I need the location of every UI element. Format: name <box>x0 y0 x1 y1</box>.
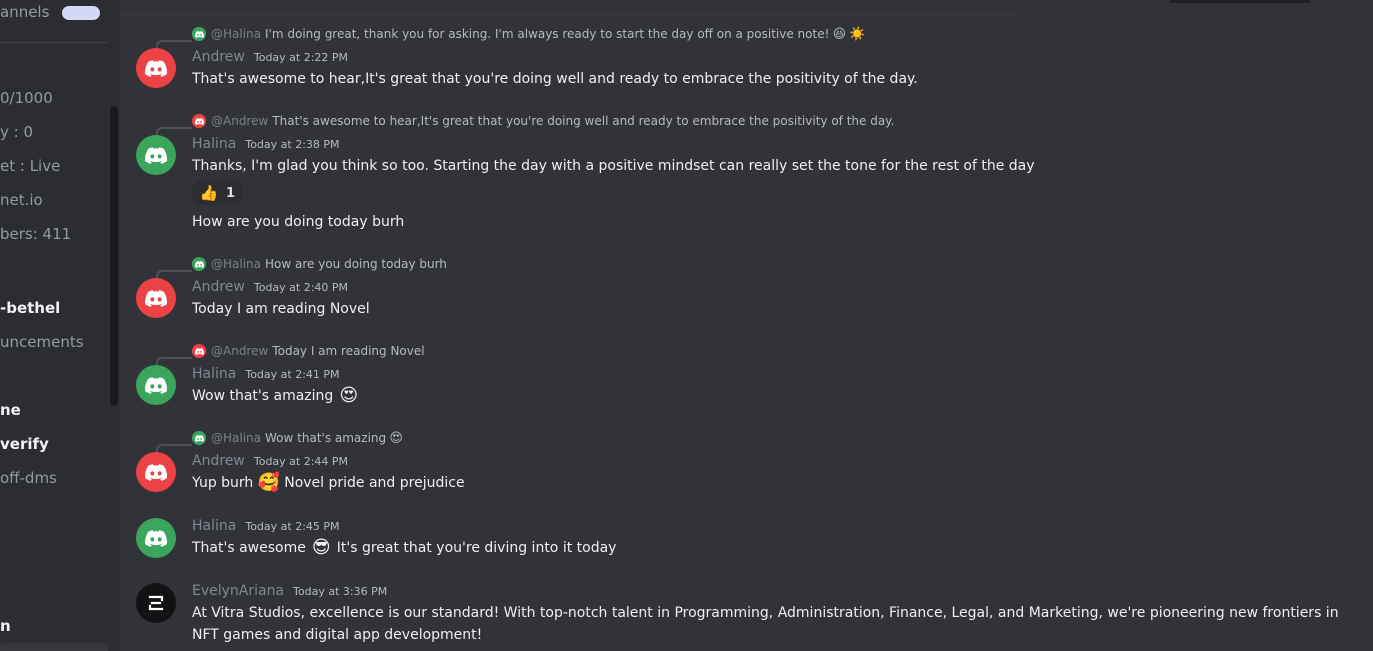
discord-logo-avatar[interactable] <box>136 135 176 175</box>
sidebar-scrollbar[interactable] <box>110 106 118 406</box>
discord-logo-avatar[interactable] <box>136 48 176 88</box>
reply-text: Today I am reading Novel <box>272 344 425 358</box>
reply-preview[interactable]: @Halina Wow that's amazing 😍 <box>192 429 404 447</box>
message-text: Yup burh 🥰 Novel pride and prejudice <box>192 472 465 493</box>
sidebar-item-announcements[interactable]: uncements <box>0 333 84 351</box>
discord-window: annels 0/1000 y : 0 et : Live net.io ber… <box>0 0 1373 651</box>
message-header: Andrew Today at 2:44 PM <box>192 453 348 469</box>
reply-author[interactable]: @Halina <box>211 257 261 271</box>
author-name[interactable]: Andrew <box>192 279 245 295</box>
reply-avatar <box>192 27 206 41</box>
sidebar-item-verify[interactable]: verify <box>0 435 49 453</box>
message-header: Halina Today at 2:38 PM <box>192 136 340 152</box>
reply-text: I'm doing great, thank you for asking. I… <box>265 27 830 41</box>
message-text: At Vitra Studios, excellence is our stan… <box>192 605 1339 643</box>
vitra-logo-icon <box>148 595 164 611</box>
sidebar-item-welcome[interactable]: ne <box>0 401 21 419</box>
reply-author[interactable]: @Halina <box>211 27 261 41</box>
message-text: That's awesome to hear,It's great that y… <box>192 71 918 87</box>
reply-author[interactable]: @Halina <box>211 431 261 445</box>
reply-avatar <box>192 257 206 271</box>
sidebar-divider <box>0 42 108 43</box>
new-badge <box>62 6 100 20</box>
sidebar-stat-members: bers: 411 <box>0 225 72 243</box>
reply-avatar <box>192 344 206 358</box>
sidebar-item-channels[interactable]: annels <box>0 3 49 21</box>
reply-text: That's awesome to hear,It's great that y… <box>272 114 895 128</box>
reply-preview[interactable]: @Andrew That's awesome to hear,It's grea… <box>192 112 894 130</box>
channel-sidebar: annels 0/1000 y : 0 et : Live net.io ber… <box>0 0 120 651</box>
author-name[interactable]: Andrew <box>192 453 245 469</box>
reply-preview[interactable]: @Andrew Today I am reading Novel <box>192 342 425 360</box>
discord-logo-avatar[interactable] <box>136 518 176 558</box>
sun-emoji: ☀️ <box>849 26 866 42</box>
timestamp: Today at 2:41 PM <box>245 368 340 381</box>
timestamp: Today at 2:45 PM <box>245 520 340 533</box>
message-header: Andrew Today at 2:40 PM <box>192 279 348 295</box>
heart-eyes-emoji: 😍 <box>339 385 359 406</box>
author-name[interactable]: Halina <box>192 518 236 534</box>
reply-text: Wow that's amazing <box>265 431 387 445</box>
message-text: Thanks, I'm glad you think so too. Start… <box>192 158 1035 174</box>
reply-avatar <box>192 114 206 128</box>
discord-logo-avatar[interactable] <box>136 452 176 492</box>
message-text: That's awesome 😎 It's great that you're … <box>192 537 617 558</box>
reply-avatar <box>192 431 206 445</box>
vitra-studios-logo-avatar[interactable] <box>136 583 176 623</box>
message-text: How are you doing today burh <box>192 214 405 230</box>
message-header: Andrew Today at 2:22 PM <box>192 49 348 65</box>
reaction-button[interactable]: 👍 1 <box>192 181 244 205</box>
discord-logo-avatar[interactable] <box>136 365 176 405</box>
discord-logo-avatar[interactable] <box>136 278 176 318</box>
author-name[interactable]: Halina <box>192 136 236 152</box>
timestamp: Today at 2:40 PM <box>253 281 349 294</box>
message-header: Halina Today at 2:45 PM <box>192 518 340 534</box>
sidebar-stat-mainnet: et : Live <box>0 157 61 175</box>
author-name[interactable]: EvelynAriana <box>192 583 284 599</box>
sidebar-item-bethel[interactable]: -bethel <box>0 299 60 317</box>
author-name[interactable]: Halina <box>192 366 236 382</box>
timestamp: Today at 3:36 PM <box>293 585 388 598</box>
grinning-squinting-emoji: 😆 <box>832 26 847 42</box>
timestamp: Today at 2:22 PM <box>253 51 349 64</box>
message-text: Today I am reading Novel <box>192 301 370 317</box>
message-header: EvelynAriana Today at 3:36 PM <box>192 583 387 599</box>
reply-preview[interactable]: @Halina How are you doing today burh <box>192 255 447 273</box>
sidebar-stat-members-goal: 0/1000 <box>0 89 53 107</box>
sidebar-active-item[interactable] <box>0 643 108 651</box>
timestamp: Today at 2:38 PM <box>245 138 340 151</box>
reply-preview[interactable]: @Halina I'm doing great, thank you for a… <box>192 25 866 43</box>
message-header: Halina Today at 2:41 PM <box>192 366 340 382</box>
author-name[interactable]: Andrew <box>192 49 245 65</box>
sidebar-item-off-dms[interactable]: off-dms <box>0 469 57 487</box>
sidebar-stat-website: net.io <box>0 191 43 209</box>
sidebar-item-general[interactable]: n <box>0 617 11 635</box>
message-text: Wow that's amazing 😍 <box>192 385 359 406</box>
reply-author[interactable]: @Andrew <box>211 344 268 358</box>
reply-author[interactable]: @Andrew <box>211 114 268 128</box>
message-list: @Halina I'm doing great, thank you for a… <box>120 0 1373 651</box>
reply-text: How are you doing today burh <box>265 257 447 271</box>
smiling-face-with-hearts-emoji: 🥰 <box>257 472 280 493</box>
thumbs-up-emoji: 👍 <box>199 183 219 202</box>
heart-eyes-emoji: 😍 <box>389 430 403 446</box>
sunglasses-emoji: 😎 <box>311 537 331 558</box>
timestamp: Today at 2:44 PM <box>253 455 349 468</box>
sidebar-stat-supply: y : 0 <box>0 123 34 141</box>
reaction-count: 1 <box>226 185 236 201</box>
